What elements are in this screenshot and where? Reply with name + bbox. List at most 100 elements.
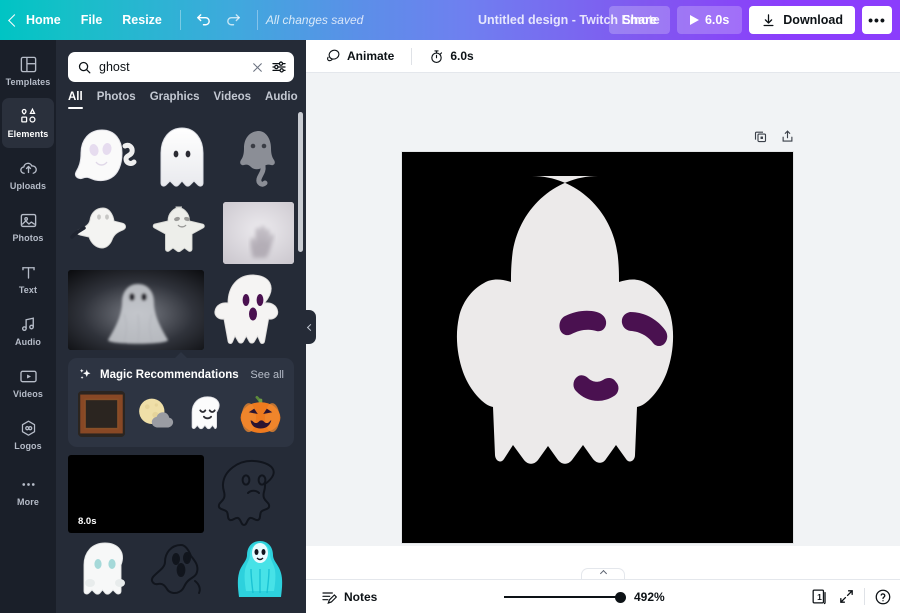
fullscreen-button[interactable] [838,588,855,605]
magic-thumb-full-moon-with-cloud[interactable] [131,391,178,437]
tab-audio[interactable]: Audio [265,91,298,109]
play-preview-button[interactable]: 6.0s [676,6,743,34]
sidebar-item-templates[interactable]: Templates [2,46,54,96]
home-label: Home [26,13,61,27]
chevron-up-icon [599,569,607,578]
header-left-group: Home File Resize All changes saved [0,0,363,40]
zoom-slider[interactable] [504,591,626,603]
magic-header: Magic Recommendations See all [78,367,284,382]
canva-editor-window: Home File Resize All changes saved Untit… [0,0,900,613]
result-ghost-scream-mask[interactable] [145,539,216,599]
resize-button[interactable]: Resize [112,7,172,33]
more-dots-icon [21,483,35,486]
bottom-divider [864,588,865,605]
editor-toolbar: Animate 6.0s [306,40,900,73]
cute-white-ghost-emoji [191,396,220,430]
duration-button[interactable]: 6.0s [422,44,480,69]
help-button[interactable] [874,588,892,606]
notes-label: Notes [344,589,378,604]
search-results-grid[interactable]: Magic Recommendations See all 8.0s [56,120,306,613]
more-dots-icon: ••• [868,12,886,28]
search-category-tabs: All Photos Graphics Videos Audio [56,82,306,109]
file-menu-button[interactable]: File [71,7,113,33]
export-page-button[interactable] [780,129,795,144]
design-canvas-page[interactable] [402,152,793,543]
share-button[interactable]: Share [609,6,670,34]
duration-label: 6.0s [450,49,474,63]
magic-thumb-orange-grunge-frame[interactable] [78,391,125,437]
sidebar-item-text[interactable]: Text [2,254,54,304]
canvas-scroll-area[interactable]: + Add page [306,73,900,546]
sidebar-item-label: Logos [14,441,42,451]
search-box[interactable] [68,52,294,82]
result-ghost-video-black[interactable]: 8.0s [68,455,205,533]
sidebar-item-more[interactable]: More [2,466,54,516]
result-ghost-cyan-reaper[interactable] [223,539,294,599]
result-ghost-waving-sticker[interactable] [68,124,139,196]
bottom-status-bar: Notes 492% 1 [306,579,900,613]
left-tool-rail: Templates Elements Uploads Photos Text A… [0,40,56,613]
redo-arrow-icon [227,13,241,25]
sidebar-item-label: Audio [15,337,41,347]
animate-circles-icon [327,49,340,62]
magic-thumb-cute-white-ghost-emoji[interactable] [184,391,231,437]
magic-recommendations-card: Magic Recommendations See all [68,352,294,447]
sidebar-item-label: Uploads [9,181,47,191]
search-magnifier-icon [78,61,91,73]
filter-sliders-icon [272,61,286,73]
sidebar-item-elements[interactable]: Elements [2,98,54,148]
tab-videos[interactable]: Videos [214,91,252,109]
result-hand-behind-frosted-glass[interactable] [222,202,294,264]
result-ghost-cute-teal-eyes[interactable] [68,539,139,599]
orange-grunge-frame [78,393,125,435]
collapse-panel-button[interactable] [303,310,316,344]
result-ghost-drippy-outline[interactable] [210,455,294,533]
result-ghost-sheet-arms-up[interactable] [145,202,216,264]
jack-o-lantern-pumpkin [240,395,281,433]
download-label: Download [783,13,843,27]
result-ghost-sheet-flying[interactable] [68,202,139,264]
sidebar-item-videos[interactable]: Videos [2,358,54,408]
more-options-button[interactable]: ••• [862,6,892,34]
see-all-link[interactable]: See all [250,369,284,381]
sidebar-item-photos[interactable]: Photos [2,202,54,252]
home-button[interactable]: Home [0,7,71,33]
panel-expand-handle[interactable] [581,568,625,579]
magic-thumb-jack-o-lantern-pumpkin[interactable] [237,391,284,437]
pages-button[interactable]: 1 [810,587,829,606]
sidebar-item-uploads[interactable]: Uploads [2,150,54,200]
result-ghost-gray-silhouette[interactable] [223,124,294,196]
full-moon-with-cloud [139,398,174,428]
tab-all[interactable]: All [68,91,83,109]
sidebar-item-logos[interactable]: Logos [2,410,54,460]
clear-search-button[interactable] [251,61,264,74]
magic-sparkles-icon [79,368,91,379]
result-ghost-in-smoke-photo[interactable] [68,270,205,350]
duplicate-page-button[interactable] [753,129,768,144]
toolbar-divider [411,47,413,65]
undo-button[interactable] [189,5,219,35]
video-play-icon [19,370,37,383]
sidebar-item-label: Videos [13,389,43,399]
download-button[interactable]: Download [749,6,855,34]
redo-button[interactable] [219,5,249,35]
tab-photos[interactable]: Photos [97,91,136,109]
notes-button[interactable]: Notes [316,585,382,609]
top-header-bar: Home File Resize All changes saved Untit… [0,0,900,40]
notes-lines-icon [322,591,337,604]
sidebar-item-audio[interactable]: Audio [2,306,54,356]
results-row [68,124,294,196]
result-ghost-classic-white[interactable] [145,124,216,196]
result-ghost-screaming-purple-eyes[interactable] [210,270,294,350]
search-filter-button[interactable] [271,59,287,75]
ghost-sheet-arms-up [153,206,206,253]
panel-scrollbar[interactable] [298,112,303,252]
animate-button[interactable]: Animate [318,43,401,69]
search-input[interactable] [99,60,244,74]
sidebar-item-label: Photos [12,233,44,243]
zoom-slider-handle[interactable] [615,591,626,603]
tab-graphics[interactable]: Graphics [150,91,200,109]
results-row: 8.0s [68,455,294,533]
header-divider-1 [179,10,181,30]
results-row [68,539,294,599]
